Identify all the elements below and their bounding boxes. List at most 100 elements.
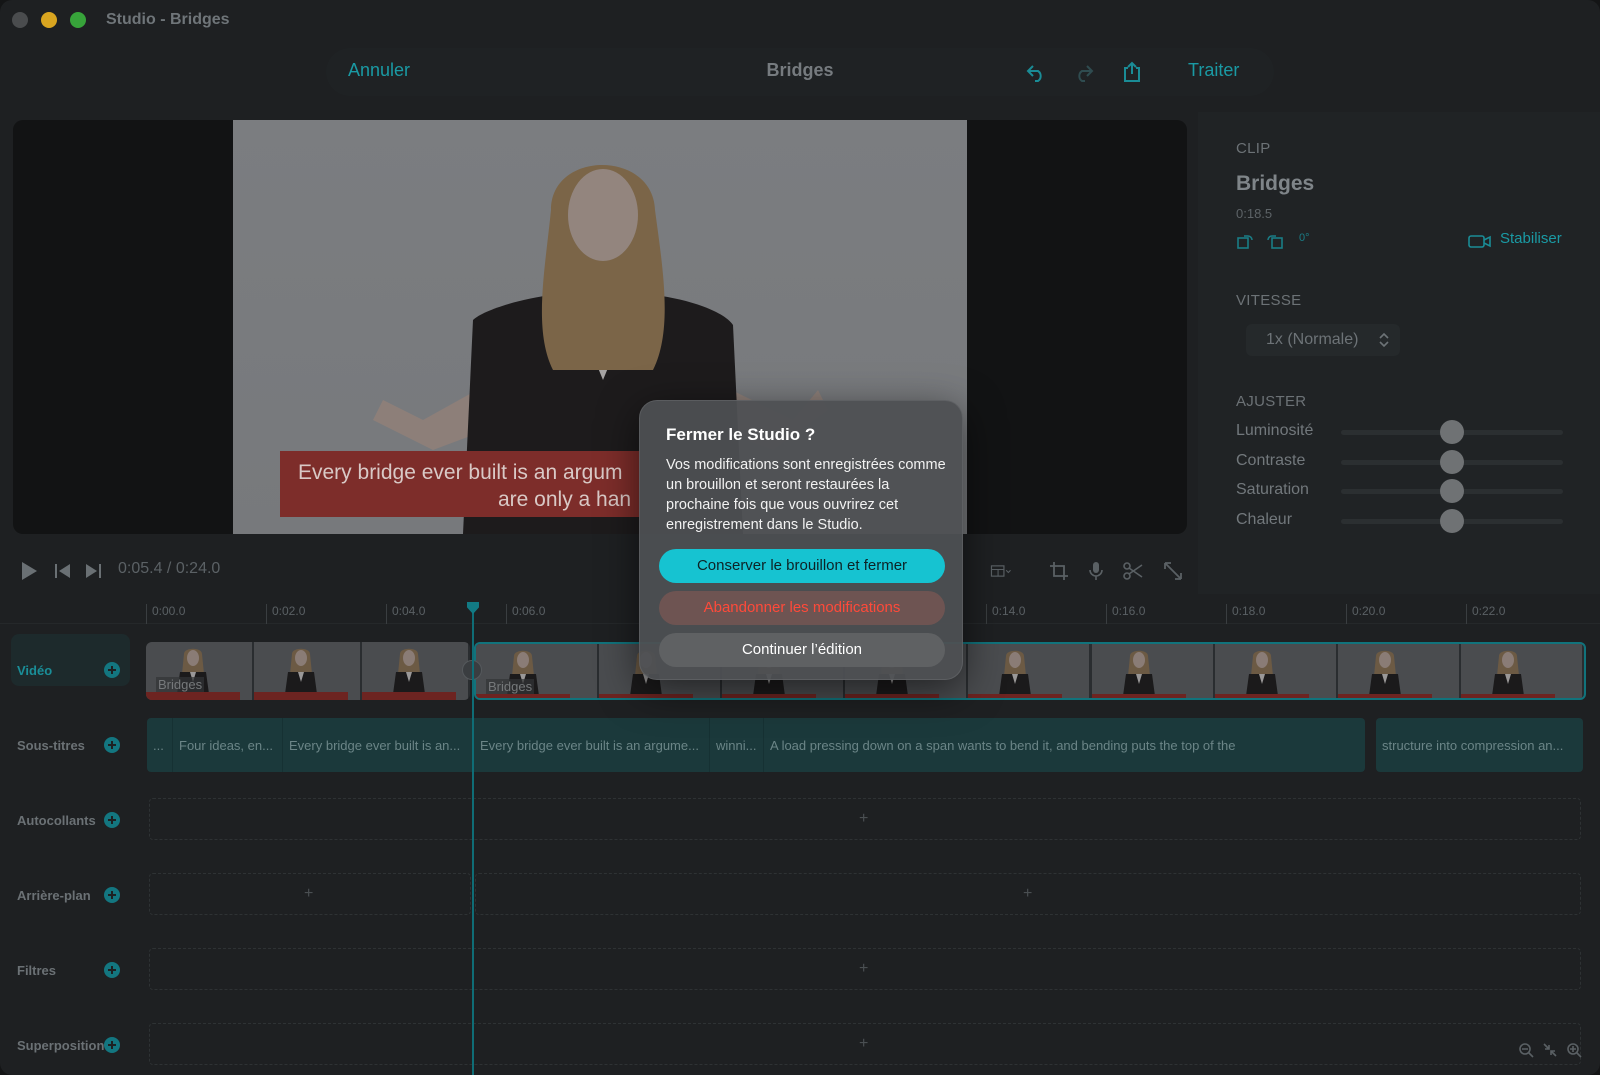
caption-line-1: Every bridge ever built is an argum [298,461,623,484]
saturation-label: Saturation [1236,481,1309,498]
saturation-slider[interactable] [1341,479,1563,503]
lane-add-icon[interactable]: + [859,960,868,978]
add-subtitle-button[interactable] [104,737,120,753]
ruler-tick: 0:14.0 [986,604,1025,624]
ruler-tick: 0:00.0 [146,604,185,624]
zoom-out-icon[interactable] [1518,1042,1534,1058]
add-filter-button[interactable] [104,962,120,978]
thumbnail-caption-bar [476,694,570,698]
keep-draft-button[interactable]: Conserver le brouillon et fermer [659,549,945,583]
expand-icon[interactable] [1162,560,1184,582]
scissors-icon[interactable] [1122,560,1144,582]
slider-knob[interactable] [1440,450,1464,474]
ruler-tick: 0:02.0 [266,604,305,624]
aspect-ratio-icon[interactable] [990,560,1012,582]
video-clip-name: Bridges [156,677,205,692]
slider-knob[interactable] [1440,420,1464,444]
zoom-in-icon[interactable] [1566,1042,1582,1058]
clip-thumbnail [1215,644,1336,698]
ruler-tick: 0:18.0 [1226,604,1265,624]
subtitle-segment[interactable]: Every bridge ever built is an... [283,718,474,772]
export-icon[interactable] [1120,60,1144,84]
presenter-thumbnail [1492,650,1524,696]
contrast-label: Contraste [1236,452,1306,469]
stabilize-button[interactable]: Stabiliser [1500,230,1562,247]
zoom-fit-icon[interactable] [1542,1042,1558,1058]
video-clip-name: Bridges [486,679,535,694]
add-video-button[interactable] [104,662,120,678]
presenter-thumbnail [1246,650,1278,696]
subtitle-segment[interactable]: A load pressing down on a span wants to … [764,718,1365,772]
toolbar: Annuler Bridges Traiter [326,48,1274,96]
process-button[interactable]: Traiter [1188,60,1239,81]
discard-changes-button[interactable]: Abandonner les modifications [659,591,945,625]
clip-duration: 0:18.5 [1236,206,1273,221]
slider-knob[interactable] [1440,479,1464,503]
video-track-header[interactable] [11,634,130,686]
step-back-icon[interactable] [52,560,74,582]
close-studio-dialog: Fermer le Studio ? Vos modifications son… [639,400,963,680]
video-clip[interactable]: Bridges [146,642,470,700]
playhead[interactable] [472,602,474,1075]
clip-thumbnail [1461,644,1582,698]
lane-add-icon[interactable]: + [859,810,868,828]
ruler-tick: 0:16.0 [1106,604,1145,624]
subtitle-segment[interactable]: Four ideas, en... [173,718,283,772]
rotate-right-icon[interactable] [1266,232,1284,250]
presenter-thumbnail [999,650,1031,696]
add-overlay-button[interactable] [104,1037,120,1053]
dialog-message: Vos modifications sont enregistrées comm… [666,457,946,533]
undo-icon[interactable] [1024,60,1048,84]
redo-icon[interactable] [1072,60,1096,84]
ruler-tick: 0:20.0 [1346,604,1385,624]
continue-editing-button[interactable]: Continuer l’édition [659,633,945,667]
presenter-thumbnail [1123,650,1155,696]
subtitle-segment[interactable]: structure into compression an... [1376,718,1583,772]
studio-window: Studio - Bridges Annuler Bridges Traiter [0,0,1600,1075]
clip-thumbnail [362,642,468,700]
contrast-slider[interactable] [1341,450,1563,474]
adjust-section-label: AJUSTER [1236,393,1307,410]
add-background-button[interactable] [104,887,120,903]
warmth-slider[interactable] [1341,509,1563,533]
thumbnail-caption-bar [722,694,816,698]
thumbnail-caption-bar [254,692,348,700]
project-title: Bridges [766,60,834,80]
speed-select[interactable]: 1x (Normale) [1246,324,1400,356]
minimize-window-button[interactable] [41,12,57,28]
thumbnail-caption-bar [1461,694,1555,698]
lane-add-icon[interactable]: + [859,1035,868,1053]
lane-add-icon[interactable]: + [304,885,313,903]
ruler-tick: 0:22.0 [1466,604,1505,624]
track-label-video: Vidéo [17,663,53,678]
subtitle-segment[interactable]: ... [147,718,173,772]
dialog-title: Fermer le Studio ? [666,425,816,444]
play-icon[interactable] [18,560,40,582]
track-label-subtitles: Sous-titres [17,738,85,753]
inspector-panel: CLIP Bridges 0:18.5 0° Stabiliser VITESS… [1198,112,1600,594]
crop-icon[interactable] [1048,560,1070,582]
lane-add-icon[interactable]: + [1023,885,1032,903]
thumbnail-caption-bar [1338,694,1432,698]
slider-knob[interactable] [1440,509,1464,533]
add-sticker-button[interactable] [104,812,120,828]
title-bar: Studio - Bridges [0,0,1600,40]
brightness-label: Luminosité [1236,422,1314,439]
brightness-slider[interactable] [1341,420,1563,444]
close-window-button[interactable] [12,12,28,28]
transport-bar: 0:05.4 / 0:24.0 [0,556,1198,586]
warmth-label: Chaleur [1236,511,1293,528]
rotate-left-icon[interactable] [1236,232,1254,250]
subtitle-segment[interactable]: winni... [710,718,764,772]
thumbnail-caption-bar [599,694,693,698]
thumbnail-caption-bar [362,692,456,700]
cancel-button[interactable]: Annuler [348,60,410,81]
microphone-icon[interactable] [1085,560,1107,582]
video-preview[interactable]: Every bridge ever built is an argum are … [13,120,1187,534]
maximize-window-button[interactable] [70,12,86,28]
track-label-stickers: Autocollants [17,813,96,828]
clip-thumbnail [1092,644,1213,698]
subtitle-segment[interactable]: Every bridge ever built is an argume... [474,718,710,772]
stabilize-icon[interactable] [1468,232,1492,250]
step-forward-icon[interactable] [82,560,104,582]
